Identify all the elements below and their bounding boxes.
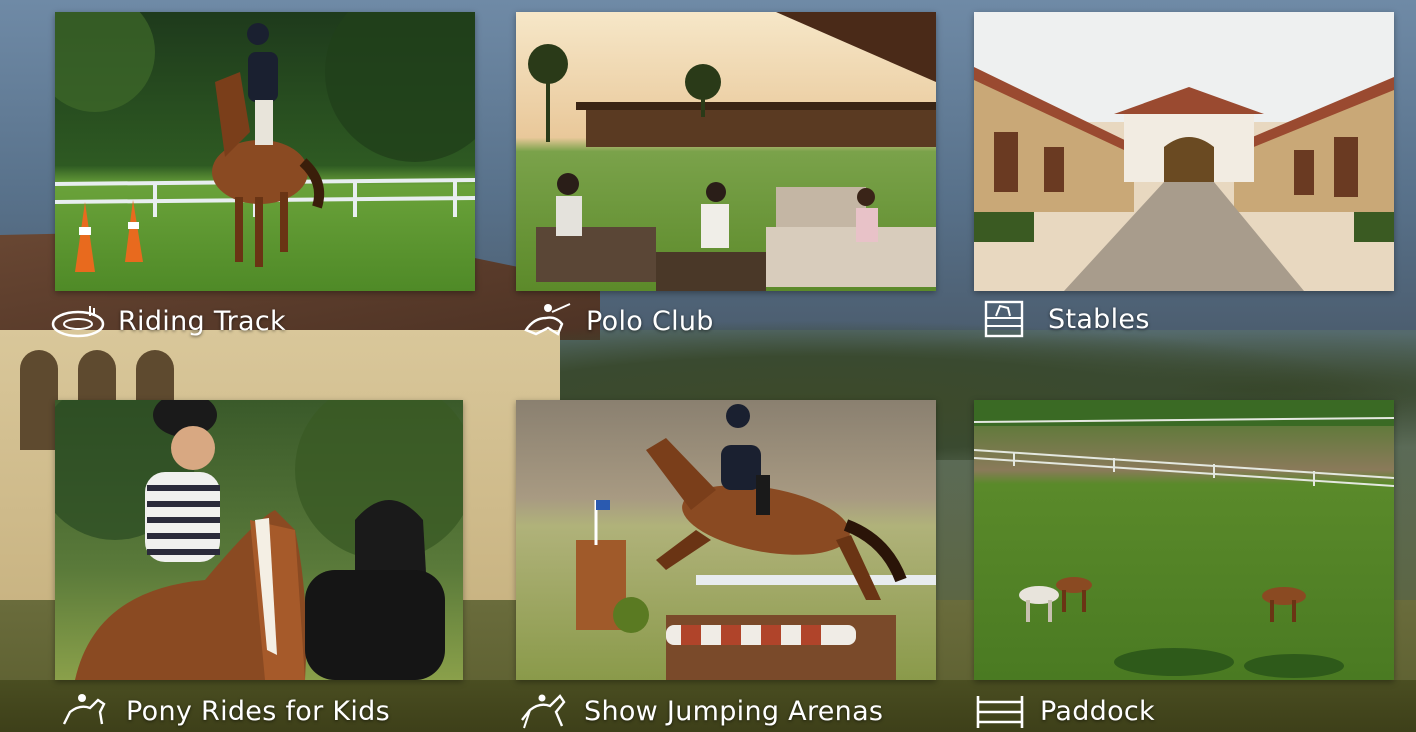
polo-player-icon bbox=[524, 303, 571, 336]
pony-icon bbox=[62, 694, 106, 725]
show-jumping-label: Show Jumping Arenas bbox=[584, 695, 884, 727]
show-jumping-photo[interactable] bbox=[516, 400, 936, 680]
show-jumping-label-row[interactable]: Show Jumping Arenas bbox=[516, 690, 883, 732]
riding-track-label: Riding Track bbox=[118, 305, 286, 337]
riding-track-icon bbox=[51, 306, 105, 338]
paddock-label: Paddock bbox=[1040, 695, 1155, 727]
polo-club-label-row[interactable]: Polo Club bbox=[518, 300, 714, 342]
riding-track-label-row[interactable]: Riding Track bbox=[50, 300, 286, 342]
paddock-photo[interactable] bbox=[974, 400, 1394, 680]
pony-rides-label: Pony Rides for Kids bbox=[126, 695, 390, 727]
pony-rides-photo[interactable] bbox=[55, 400, 463, 680]
stable-icon bbox=[984, 300, 1024, 338]
polo-club-photo[interactable] bbox=[516, 12, 936, 291]
stables-label-row[interactable]: Stables bbox=[980, 298, 1150, 340]
polo-club-label: Polo Club bbox=[586, 305, 714, 337]
jumping-horse-icon bbox=[521, 694, 566, 729]
stables-photo[interactable] bbox=[974, 12, 1394, 291]
stables-label: Stables bbox=[1048, 303, 1150, 335]
paddock-label-row[interactable]: Paddock bbox=[972, 690, 1155, 732]
pony-rides-label-row[interactable]: Pony Rides for Kids bbox=[58, 690, 390, 732]
riding-track-photo[interactable] bbox=[55, 12, 475, 291]
fence-icon bbox=[976, 696, 1024, 728]
